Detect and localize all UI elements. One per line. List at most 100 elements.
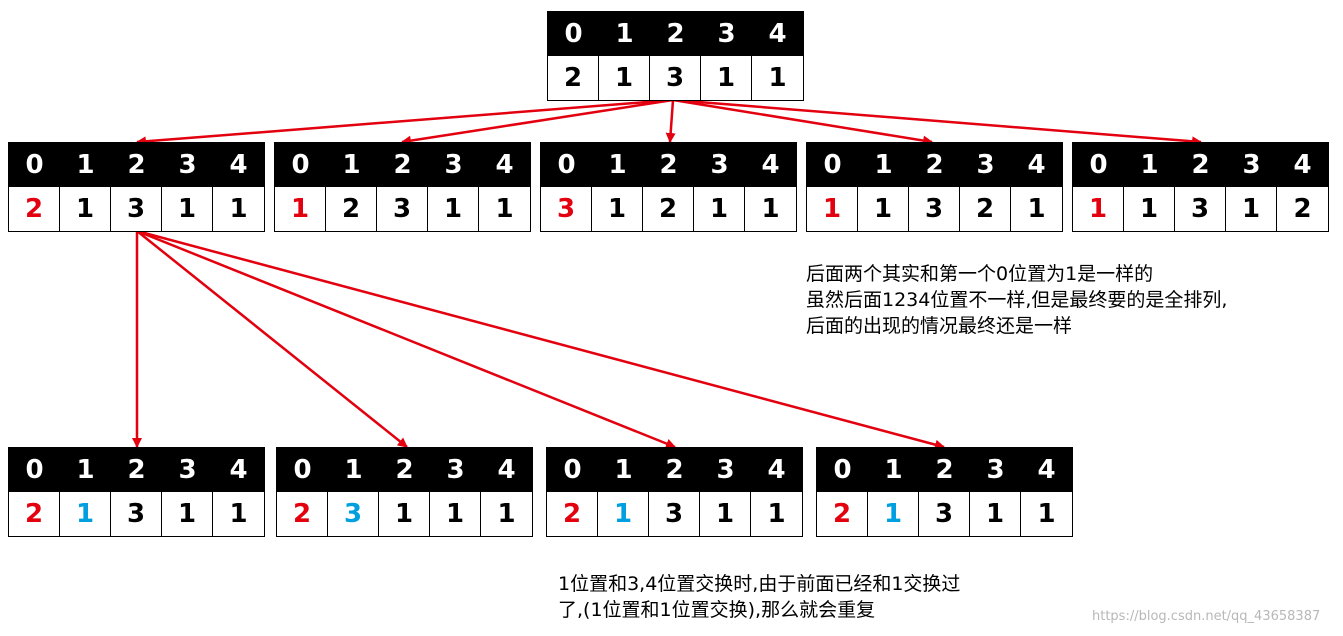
value-cell: 2 (277, 492, 328, 536)
index-cell: 4 (479, 143, 530, 187)
array-level2-a: 0123421311 (8, 447, 265, 537)
array-level2-c: 0123421311 (546, 447, 803, 537)
index-cell: 2 (111, 143, 162, 187)
index-row: 01234 (817, 448, 1072, 492)
value-cell: 2 (9, 492, 60, 536)
value-row: 11321 (807, 187, 1062, 231)
value-row: 21311 (817, 492, 1072, 536)
value-row: 21311 (547, 492, 802, 536)
index-row: 01234 (9, 143, 264, 187)
value-row: 23111 (277, 492, 532, 536)
value-cell: 2 (1293, 194, 1312, 224)
index-cell: 3 (694, 143, 745, 187)
arrow (665, 99, 676, 143)
index-cell: 1 (1124, 143, 1175, 187)
value-cell: 2 (548, 56, 599, 100)
index-cell: 4 (1021, 448, 1072, 492)
index-cell: 2 (111, 448, 162, 492)
value-cell: 1 (701, 56, 752, 100)
index-cell: 2 (649, 448, 700, 492)
index-cell: 3 (701, 12, 752, 56)
index-cell: 0 (1073, 143, 1124, 187)
value-cell: 2 (643, 187, 694, 231)
index-cell: 0 (277, 448, 328, 492)
value-cell: 1 (599, 56, 650, 100)
arrow (136, 98, 674, 147)
index-cell: 1 (326, 143, 377, 187)
arrow (672, 98, 933, 146)
value-cell: 1 (1124, 187, 1175, 231)
value-cell: 3 (1175, 187, 1226, 231)
value-cell: 2 (960, 187, 1011, 231)
index-cell: 2 (909, 143, 960, 187)
index-cell: 1 (599, 12, 650, 56)
note1-line2: 虽然后面1234位置不一样,但是最终要的是全排列, (806, 289, 1228, 311)
value-cell: 3 (649, 492, 700, 536)
index-cell: 4 (1011, 143, 1062, 187)
value-cell: 1 (162, 492, 213, 536)
value-cell: 3 (650, 56, 701, 100)
value-row: 21311 (9, 492, 264, 536)
index-cell: 4 (213, 448, 264, 492)
note1-line3: 后面的出现的情况最终还是一样 (806, 315, 1073, 337)
value-cell: 1 (694, 187, 745, 231)
value-cell: 1 (60, 187, 111, 231)
index-cell: 3 (970, 448, 1021, 492)
index-row: 01234 (807, 143, 1062, 187)
arrow (136, 229, 676, 449)
note2-line2: 了,(1位置和1位置交换),那么就会重复 (558, 599, 876, 621)
index-cell: 2 (1175, 143, 1226, 187)
value-cell: 1 (495, 194, 514, 224)
value-row: 21311 (9, 187, 264, 231)
index-cell: 3 (428, 143, 479, 187)
index-cell: 2 (650, 12, 701, 56)
value-cell: 2 (547, 492, 598, 536)
value-cell: 3 (919, 492, 970, 536)
value-cell: 3 (328, 492, 379, 536)
index-row: 01234 (9, 448, 264, 492)
index-cell: 4 (481, 448, 532, 492)
value-cell: 1 (497, 499, 516, 529)
value-cell: 1 (868, 492, 919, 536)
index-cell: 1 (60, 143, 111, 187)
value-cell: 2 (9, 187, 60, 231)
value-cell: 1 (229, 499, 248, 529)
arrow (136, 230, 408, 448)
value-cell: 1 (275, 187, 326, 231)
index-cell: 1 (328, 448, 379, 492)
array-level1-c: 0123431211 (540, 142, 797, 232)
index-cell: 3 (430, 448, 481, 492)
value-cell: 1 (858, 187, 909, 231)
index-cell: 3 (162, 448, 213, 492)
note-swap-repeat: 1位置和3,4位置交换时,由于前面已经和1交换过 了,(1位置和1位置交换),那… (558, 571, 960, 623)
index-row: 01234 (547, 448, 802, 492)
value-cell: 1 (428, 187, 479, 231)
value-cell: 1 (592, 187, 643, 231)
value-cell: 1 (229, 194, 248, 224)
index-row: 01234 (277, 448, 532, 492)
value-cell: 1 (598, 492, 649, 536)
index-cell: 1 (592, 143, 643, 187)
value-cell: 3 (541, 187, 592, 231)
array-level1-a: 0123421311 (8, 142, 265, 232)
value-cell: 1 (1027, 194, 1046, 224)
array-level1-e: 0123411312 (1072, 142, 1329, 232)
index-cell: 4 (213, 143, 264, 187)
value-row: 21311 (548, 56, 803, 100)
index-cell: 0 (541, 143, 592, 187)
value-cell: 1 (60, 492, 111, 536)
index-cell: 3 (1226, 143, 1277, 187)
index-row: 01234 (1073, 143, 1328, 187)
watermark: https://blog.csdn.net/qq_43658387 (1092, 609, 1321, 624)
index-cell: 3 (162, 143, 213, 187)
value-cell: 1 (761, 194, 780, 224)
index-cell: 4 (752, 12, 803, 56)
value-cell: 2 (326, 187, 377, 231)
value-row: 12311 (275, 187, 530, 231)
index-row: 01234 (548, 12, 803, 56)
index-cell: 2 (643, 143, 694, 187)
index-cell: 1 (598, 448, 649, 492)
index-cell: 0 (275, 143, 326, 187)
value-cell: 1 (1226, 187, 1277, 231)
index-cell: 0 (9, 448, 60, 492)
